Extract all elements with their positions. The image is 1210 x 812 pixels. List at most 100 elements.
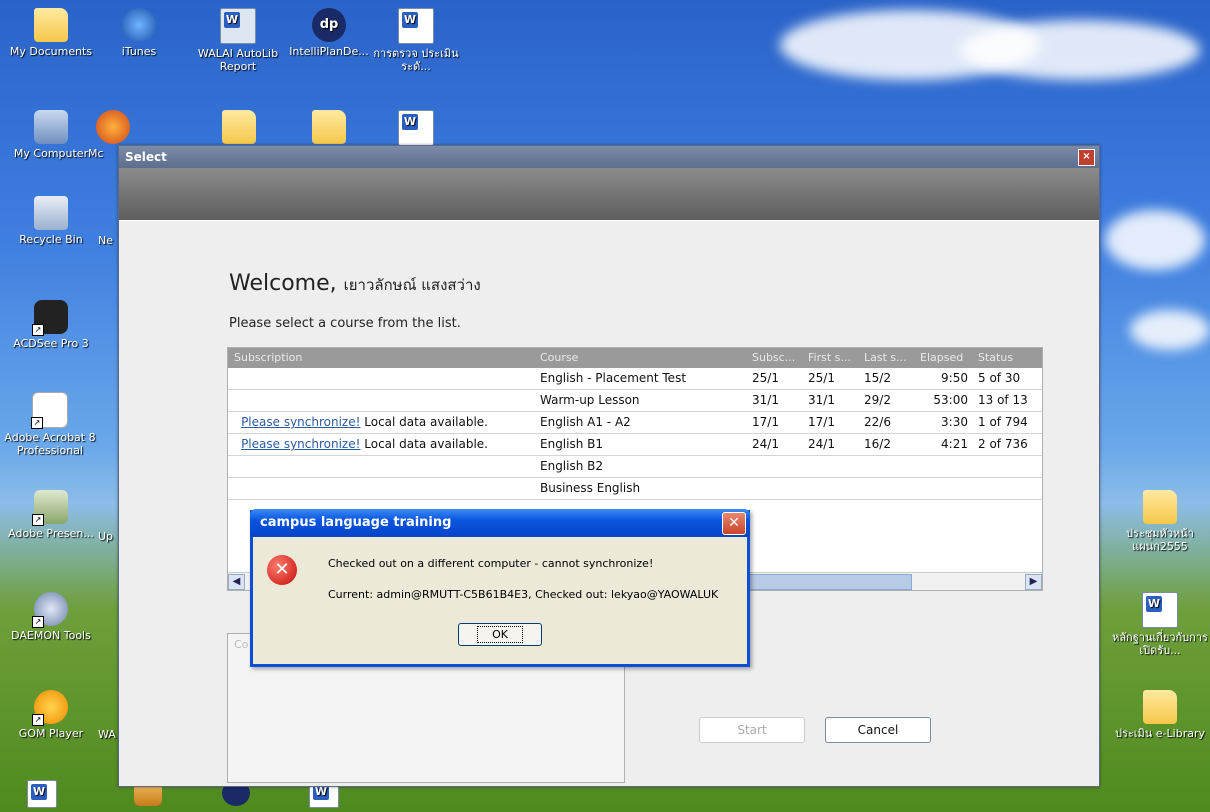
folder-icon xyxy=(1143,690,1177,724)
subscription-cell xyxy=(228,478,534,499)
scroll-left-icon[interactable]: ◀ xyxy=(228,574,245,590)
user-name: เยาวลักษณ์ แสงสว่าง xyxy=(343,276,481,294)
desktop-icon-firefox[interactable]: Mc xyxy=(88,110,130,160)
desktop-icon-word-doc[interactable]: การตรวจ ประเมินระดั... xyxy=(370,8,462,73)
last-session-cell xyxy=(858,456,914,477)
report-icon xyxy=(220,8,256,44)
folder-icon xyxy=(222,110,256,144)
start-button[interactable]: Start xyxy=(699,717,805,743)
icon-label: GOM Player xyxy=(18,727,84,740)
status-cell xyxy=(972,478,1042,499)
table-row[interactable]: Warm-up Lesson 31/1 31/1 29/2 53:00 13 o… xyxy=(228,390,1042,412)
desktop-word-doc-right[interactable]: หลักฐานเกี่ยวกับการเปิดรับ... xyxy=(1112,592,1208,657)
desktop-icon-my-computer[interactable]: My Computer xyxy=(8,110,94,160)
word-doc-icon xyxy=(27,780,57,808)
desktop-icon-adobe-presenter[interactable]: ↗ Adobe Presen... xyxy=(8,490,94,540)
column-header[interactable]: First s... xyxy=(802,348,858,368)
dialog-title: campus language training xyxy=(260,515,452,530)
select-window: Select × Welcome, เยาวลักษณ์ แสงสว่าง Pl… xyxy=(118,145,1100,787)
subscribed-cell: 24/1 xyxy=(752,437,779,451)
desktop-icon-gom-player[interactable]: ↗ GOM Player xyxy=(8,690,94,740)
desktop-folder[interactable] xyxy=(196,110,282,147)
column-header[interactable]: Elapsed xyxy=(914,348,972,368)
course-prompt: Please select a course from the list. xyxy=(229,316,461,331)
icon-label: ประเมิน e-Library xyxy=(1114,727,1206,740)
last-session-cell: 15/2 xyxy=(864,371,891,385)
folder-icon xyxy=(1143,490,1177,524)
desktop-word-doc[interactable] xyxy=(370,110,462,149)
cancel-button[interactable]: Cancel xyxy=(825,717,931,743)
desktop-folder-meeting[interactable]: ประชุมหัวหน้าแผนก2555 xyxy=(1112,490,1208,553)
error-icon: ✕ xyxy=(267,555,297,585)
desktop-icon-wa[interactable]: WA xyxy=(98,728,118,741)
error-dialog: campus language training ✕ ✕ Checked out… xyxy=(250,509,750,667)
column-header[interactable]: Status xyxy=(972,348,1042,368)
desktop-icon-itunes[interactable]: iTunes xyxy=(96,8,182,58)
course-cell: English - Placement Test xyxy=(540,371,687,385)
folder-icon xyxy=(312,110,346,144)
desktop-icon-network[interactable]: Ne xyxy=(98,234,118,247)
desktop-icon-my-documents[interactable]: My Documents xyxy=(8,8,94,58)
desktop-icon-adobe-acrobat[interactable]: ↗ Adobe Acrobat 8 Professional xyxy=(4,392,96,457)
last-session-cell: 29/2 xyxy=(864,393,891,407)
status-cell: 1 of 794 xyxy=(978,415,1028,429)
desktop-icon-up[interactable]: Up xyxy=(98,530,118,543)
table-row[interactable]: English - Placement Test 25/1 25/1 15/2 … xyxy=(228,368,1042,390)
icon-label: Recycle Bin xyxy=(19,233,83,246)
dialog-titlebar[interactable]: campus language training ✕ xyxy=(250,509,750,537)
table-row[interactable]: Please synchronize! Local data available… xyxy=(228,412,1042,434)
subscription-cell xyxy=(228,368,534,389)
icon-label: WALAI AutoLib Report xyxy=(197,47,279,73)
column-header[interactable]: Course xyxy=(534,348,746,368)
cloud xyxy=(960,20,1200,80)
first-session-cell: 25/1 xyxy=(808,371,835,385)
icon-label: ประชุมหัวหน้าแผนก2555 xyxy=(1126,527,1194,553)
subscribed-cell: 25/1 xyxy=(752,371,779,385)
table-row[interactable]: Please synchronize! Local data available… xyxy=(228,434,1042,456)
computer-icon xyxy=(34,110,68,144)
icon-label: ACDSee Pro 3 xyxy=(13,337,89,350)
desktop-icon-acdsee[interactable]: ↗ ACDSee Pro 3 xyxy=(8,300,94,350)
subscribed-cell: 17/1 xyxy=(752,415,779,429)
close-icon[interactable]: × xyxy=(1078,149,1095,166)
synchronize-link[interactable]: Please synchronize! xyxy=(241,437,360,451)
first-session-cell: 17/1 xyxy=(808,415,835,429)
course-cell: English B2 xyxy=(540,459,604,473)
desktop-folder[interactable] xyxy=(286,110,372,147)
subscribed-cell xyxy=(746,456,802,477)
scroll-right-icon[interactable]: ▶ xyxy=(1025,574,1042,590)
desktop-icon-daemon-tools[interactable]: ↗ DAEMON Tools xyxy=(8,592,94,642)
first-session-cell xyxy=(802,478,858,499)
icon-label: Adobe Presen... xyxy=(8,527,94,540)
subscription-cell: Please synchronize! Local data available… xyxy=(228,412,534,433)
desktop-icon-intelliplan[interactable]: dp IntelliPlanDe... xyxy=(286,8,372,58)
status-cell: 13 of 13 xyxy=(978,393,1028,407)
acrobat-icon: ↗ xyxy=(31,392,68,429)
table-row[interactable]: English B2 xyxy=(228,456,1042,478)
icon-label: หลักฐานเกี่ยวกับการเปิดรับ... xyxy=(1112,631,1208,657)
icon-label: iTunes xyxy=(121,45,157,58)
dialog-message: Checked out on a different computer - ca… xyxy=(328,557,654,570)
window-titlebar[interactable]: Select × xyxy=(119,146,1099,168)
subscription-cell xyxy=(228,390,534,411)
column-header[interactable]: Last s... xyxy=(858,348,914,368)
desktop-word-doc[interactable] xyxy=(22,780,62,811)
word-doc-icon xyxy=(398,110,434,146)
icon-label: การตรวจ ประเมินระดั... xyxy=(373,47,459,73)
table-row[interactable]: Business English xyxy=(228,478,1042,500)
welcome-prefix: Welcome, xyxy=(229,271,337,296)
close-icon[interactable]: ✕ xyxy=(722,512,746,535)
subscribed-cell xyxy=(746,478,802,499)
icon-label: Up xyxy=(98,530,114,543)
column-header[interactable]: Subscription xyxy=(228,348,534,368)
ok-button[interactable]: OK xyxy=(458,623,542,646)
ok-button-label: OK xyxy=(477,626,523,643)
camera-icon: ↗ xyxy=(32,300,68,336)
last-session-cell: 22/6 xyxy=(864,415,891,429)
desktop-icon-walai[interactable]: WALAI AutoLib Report xyxy=(190,8,286,73)
column-header[interactable]: Subsc... xyxy=(746,348,802,368)
synchronize-link[interactable]: Please synchronize! xyxy=(241,415,360,429)
desktop-folder-elibrary[interactable]: ประเมิน e-Library xyxy=(1112,690,1208,740)
elapsed-cell: 9:50 xyxy=(941,371,968,385)
desktop-icon-recycle-bin[interactable]: Recycle Bin xyxy=(8,196,94,246)
